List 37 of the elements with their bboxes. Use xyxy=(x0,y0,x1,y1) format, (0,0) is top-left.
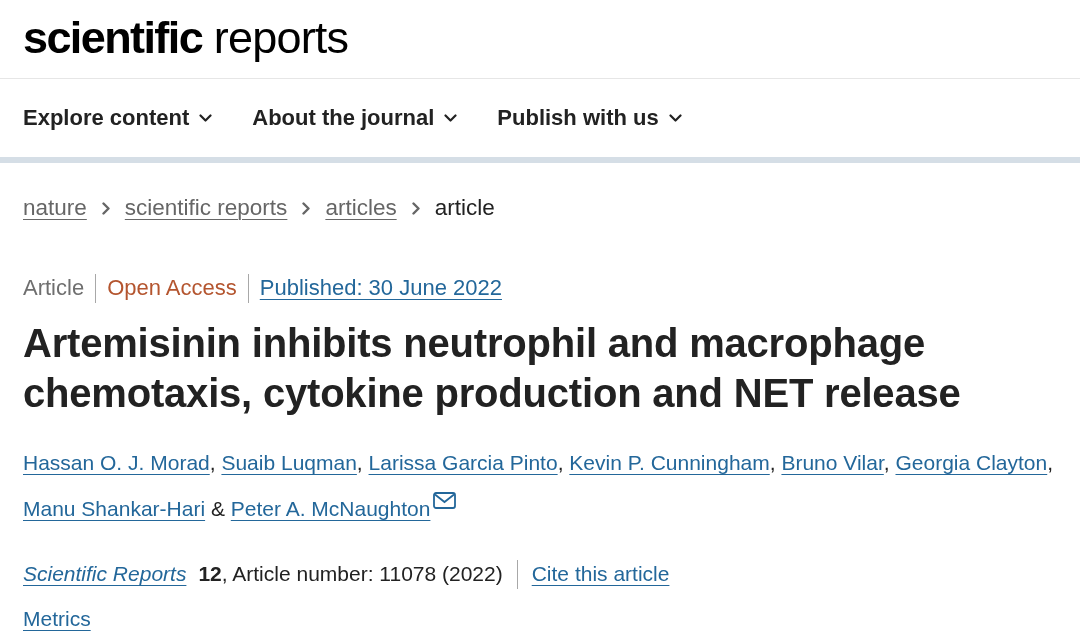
citation-details: 12, Article number: 11078 (2022) xyxy=(198,562,503,586)
breadcrumb-current: article xyxy=(434,195,495,221)
cite-article-link[interactable]: Cite this article xyxy=(531,562,670,586)
author-link[interactable]: Bruno Vilar xyxy=(781,451,884,474)
chevron-down-icon xyxy=(199,114,213,122)
breadcrumb-link[interactable]: scientific reports xyxy=(124,195,288,221)
author-link[interactable]: Georgia Clayton xyxy=(895,451,1048,474)
nav-menu-button[interactable]: Explore content xyxy=(23,105,213,131)
journal-link[interactable]: Scientific Reports xyxy=(23,562,187,586)
published-date-link[interactable]: Published: 30 June 2022 xyxy=(259,275,502,301)
breadcrumb-link[interactable]: articles xyxy=(325,195,397,221)
author-conjunction: & xyxy=(210,497,225,520)
chevron-down-icon xyxy=(668,114,682,122)
author-link[interactable]: Larissa Garcia Pinto xyxy=(368,451,558,474)
chevron-right-icon xyxy=(101,201,110,215)
chevron-right-icon xyxy=(411,201,420,215)
metrics-link[interactable]: Metrics xyxy=(23,605,91,633)
nav-menu-button[interactable]: Publish with us xyxy=(497,105,682,131)
author-link[interactable]: Kevin P. Cunningham xyxy=(569,451,770,474)
chevron-right-icon xyxy=(302,201,311,215)
author-separator: , xyxy=(557,451,564,474)
breadcrumb-link[interactable]: nature xyxy=(23,195,87,221)
nav-menu-button[interactable]: About the journal xyxy=(252,105,458,131)
mail-icon[interactable] xyxy=(433,492,457,509)
journal-logo[interactable]: scientific reports xyxy=(23,14,349,60)
open-access-label: Open Access xyxy=(107,275,237,301)
author-link[interactable]: Hassan O. J. Morad xyxy=(23,451,210,474)
author-link[interactable]: Peter A. McNaughton xyxy=(230,497,431,520)
author-link[interactable]: Suaib Luqman xyxy=(221,451,357,474)
author-separator: , xyxy=(769,451,776,474)
chevron-down-icon xyxy=(444,114,458,122)
author-link[interactable]: Manu Shankar-Hari xyxy=(23,497,206,520)
article-type-label: Article xyxy=(23,275,85,301)
author-separator: , xyxy=(1047,451,1054,474)
article-title: Artemisinin inhibits neutrophil and macrophage chemotaxis, cytokine production and NET release xyxy=(23,320,962,417)
author-separator: , xyxy=(356,451,363,474)
author-separator: , xyxy=(209,451,216,474)
